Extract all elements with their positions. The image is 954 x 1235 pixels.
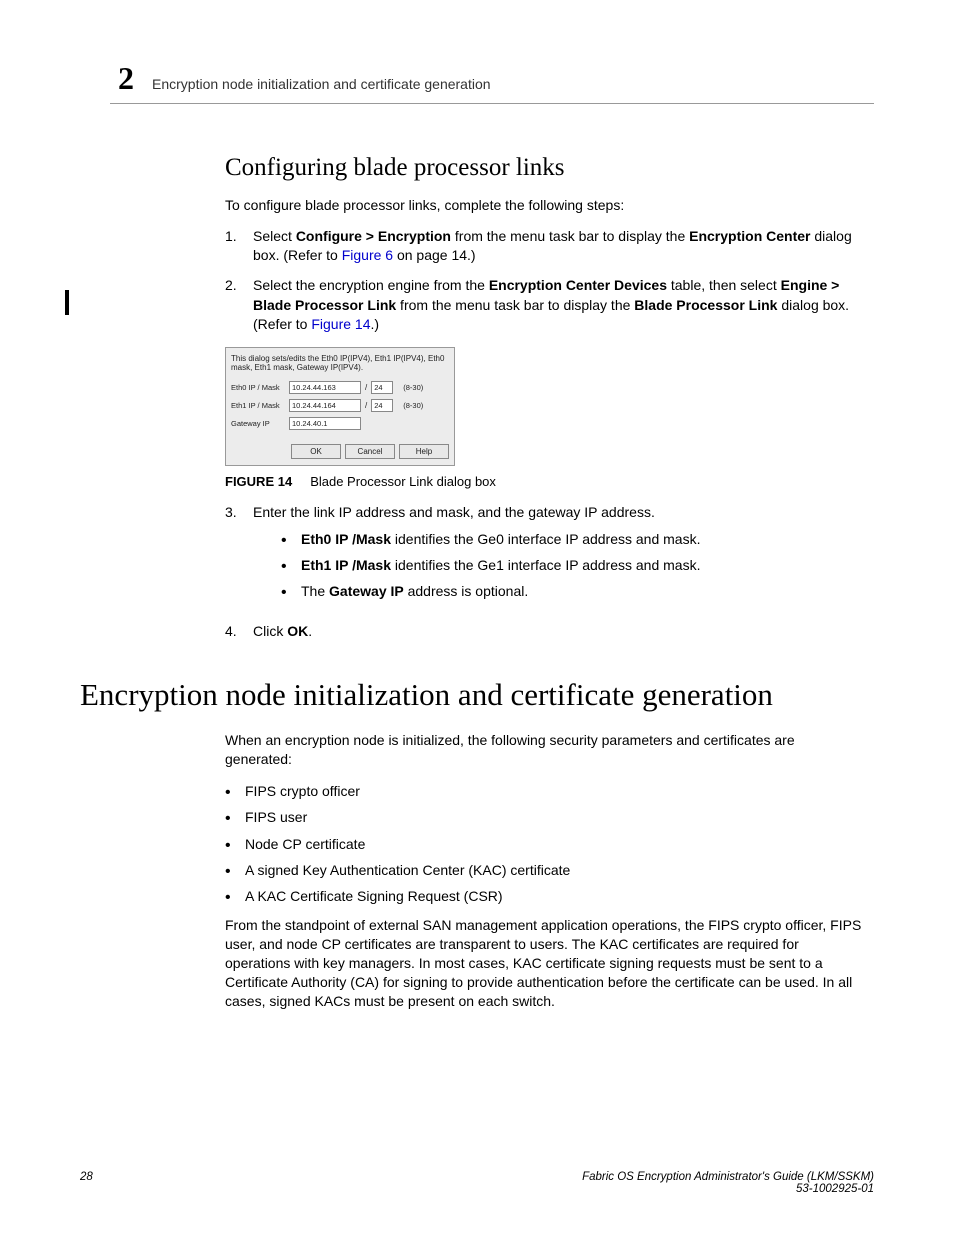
- running-title: Encryption node initialization and certi…: [152, 76, 491, 92]
- doc-number: 53-1002925-01: [796, 1183, 874, 1195]
- ok-button[interactable]: OK: [291, 444, 341, 459]
- main-heading: Encryption node initialization and certi…: [80, 677, 864, 713]
- chapter-number: 2: [118, 60, 134, 97]
- gateway-row: Gateway IP 10.24.40.1: [231, 415, 449, 432]
- page-header: 2 Encryption node initialization and cer…: [118, 60, 874, 97]
- list-item: A KAC Certificate Signing Request (CSR): [225, 886, 864, 906]
- page-footer: 28 Fabric OS Encryption Administrator's …: [80, 1171, 874, 1195]
- section2-intro: When an encryption node is initialized, …: [225, 731, 864, 769]
- step-1: 1. Select Configure > Encryption from th…: [225, 227, 864, 266]
- eth1-label: Eth1 IP / Mask: [231, 401, 289, 410]
- help-button[interactable]: Help: [399, 444, 449, 459]
- header-rule: [110, 103, 874, 104]
- section2-para2: From the standpoint of external SAN mana…: [225, 916, 864, 1010]
- bullet-eth0: Eth0 IP /Mask identifies the Ge0 interfa…: [281, 529, 864, 549]
- security-params-list: FIPS crypto officer FIPS user Node CP ce…: [225, 781, 864, 906]
- figure-caption: FIGURE 14Blade Processor Link dialog box: [225, 474, 864, 489]
- list-item: FIPS crypto officer: [225, 781, 864, 801]
- book-title: Fabric OS Encryption Administrator's Gui…: [582, 1171, 874, 1183]
- step3-bullets: Eth0 IP /Mask identifies the Ge0 interfa…: [253, 529, 864, 602]
- eth0-ip-input[interactable]: 10.24.44.163: [289, 381, 361, 394]
- section-heading: Configuring blade processor links: [225, 154, 864, 182]
- gateway-ip-input[interactable]: 10.24.40.1: [289, 417, 361, 430]
- gateway-label: Gateway IP: [231, 419, 289, 428]
- step-2: 2. Select the encryption engine from the…: [225, 276, 864, 335]
- step-4: 4. Click OK.: [225, 622, 864, 642]
- eth0-mask-input[interactable]: 24: [371, 381, 393, 394]
- blade-processor-link-dialog: This dialog sets/edits the Eth0 IP(IPV4)…: [225, 347, 455, 466]
- bullet-eth1: Eth1 IP /Mask identifies the Ge1 interfa…: [281, 555, 864, 575]
- page-number: 28: [80, 1171, 93, 1195]
- eth1-row: Eth1 IP / Mask 10.24.44.164 / 24 (8-30): [231, 397, 449, 414]
- list-item: A signed Key Authentication Center (KAC)…: [225, 860, 864, 880]
- eth1-mask-input[interactable]: 24: [371, 399, 393, 412]
- list-item: Node CP certificate: [225, 834, 864, 854]
- list-item: FIPS user: [225, 807, 864, 827]
- intro-paragraph: To configure blade processor links, comp…: [225, 196, 864, 215]
- cancel-button[interactable]: Cancel: [345, 444, 395, 459]
- figure-14-link[interactable]: Figure 14: [311, 316, 370, 332]
- eth1-ip-input[interactable]: 10.24.44.164: [289, 399, 361, 412]
- eth0-row: Eth0 IP / Mask 10.24.44.163 / 24 (8-30): [231, 379, 449, 396]
- step-3: 3. Enter the link IP address and mask, a…: [225, 503, 864, 611]
- eth0-label: Eth0 IP / Mask: [231, 383, 289, 392]
- step-list: 1. Select Configure > Encryption from th…: [225, 227, 864, 335]
- dialog-description: This dialog sets/edits the Eth0 IP(IPV4)…: [231, 354, 449, 373]
- figure-6-link[interactable]: Figure 6: [342, 247, 393, 263]
- step-list-continued: 3. Enter the link IP address and mask, a…: [225, 503, 864, 641]
- bullet-gateway: The Gateway IP address is optional.: [281, 581, 864, 601]
- change-bar: [65, 290, 69, 315]
